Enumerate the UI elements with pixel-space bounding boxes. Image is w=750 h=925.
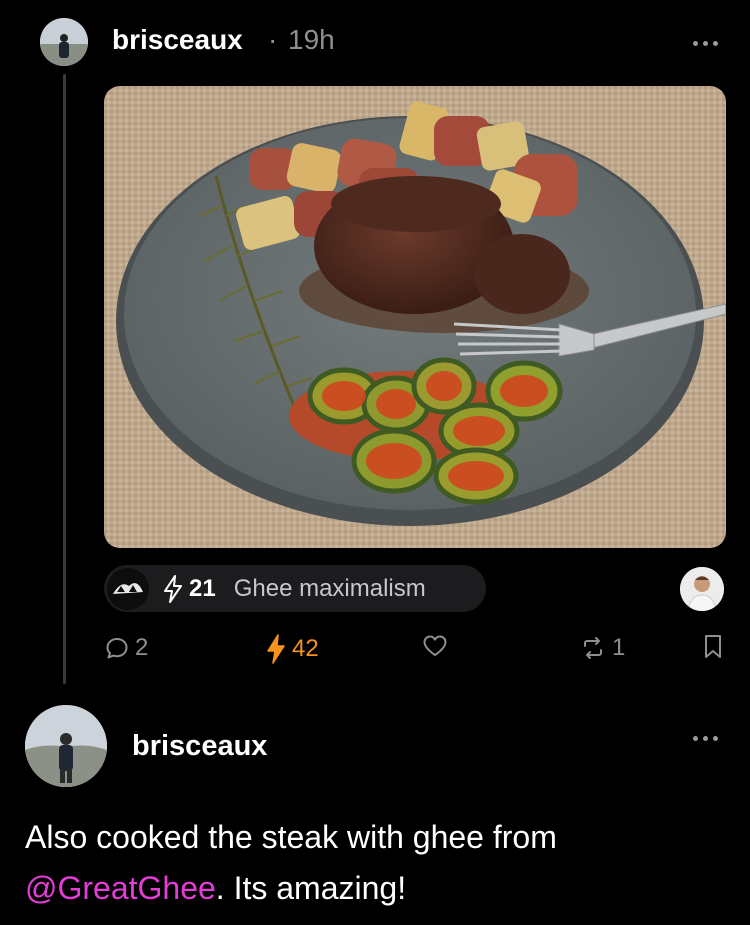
zap-note-pill[interactable]: 21 Ghee maximalism	[104, 565, 486, 612]
reply-icon	[106, 638, 128, 659]
post-timestamp[interactable]: 19h	[288, 24, 335, 56]
zap-icon	[267, 634, 285, 664]
more-icon[interactable]	[693, 736, 718, 741]
mention-link[interactable]: @GreatGhee	[25, 870, 216, 906]
zap-action[interactable]: 42	[266, 634, 319, 664]
repost-action[interactable]: 1	[580, 634, 625, 662]
reply-action[interactable]: 2	[105, 634, 148, 662]
bookmark-icon	[705, 635, 721, 658]
repost-count: 1	[612, 634, 626, 661]
zap-message: Ghee maximalism	[233, 574, 426, 602]
reply-author-name[interactable]: brisceaux	[132, 730, 267, 763]
reply-text-after: . Its amazing!	[215, 870, 407, 906]
separator-dot: ·	[268, 24, 278, 55]
like-action[interactable]	[422, 634, 448, 658]
heart-icon	[423, 635, 447, 656]
reply-text-before: Also cooked the steak with ghee from	[25, 819, 557, 855]
thread-line	[63, 74, 66, 684]
author-avatar[interactable]	[40, 18, 88, 66]
reply-text: Also cooked the steak with ghee from @Gr…	[25, 812, 725, 914]
more-icon[interactable]	[693, 41, 718, 46]
reply-author-avatar[interactable]	[25, 705, 107, 787]
post-image[interactable]	[104, 86, 726, 548]
zap-amount: 21	[189, 574, 216, 602]
zapper-logo	[107, 567, 149, 610]
reply-count: 2	[135, 634, 149, 661]
repost-icon	[584, 637, 602, 659]
author-name[interactable]: brisceaux	[112, 24, 243, 56]
zap-count: 42	[292, 635, 319, 662]
bookmark-action[interactable]	[703, 634, 723, 660]
zap-icon	[164, 574, 182, 603]
zapper-avatar[interactable]	[680, 567, 724, 611]
